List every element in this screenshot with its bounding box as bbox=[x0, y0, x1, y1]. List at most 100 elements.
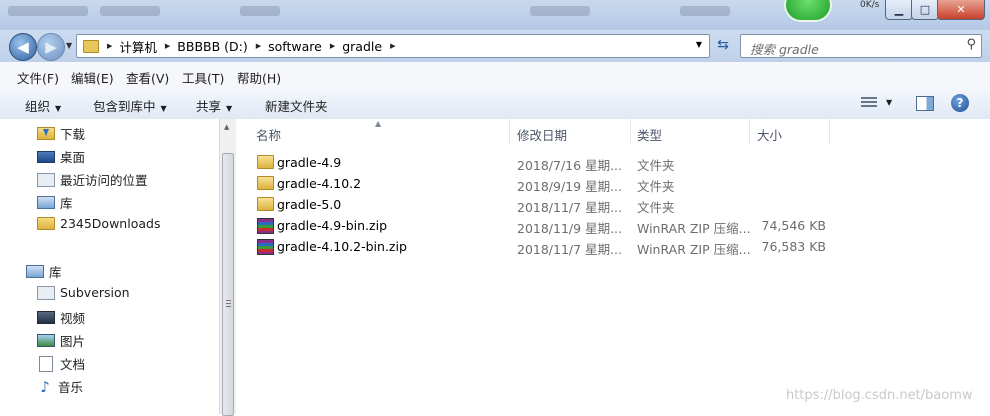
new-folder-button[interactable]: 新建文件夹 bbox=[265, 96, 328, 115]
sidebar-item-documents[interactable]: 文档 bbox=[37, 354, 85, 373]
sidebar-libraries-header[interactable]: 库 bbox=[26, 262, 62, 281]
include-in-library-label: 包含到库中 bbox=[93, 99, 156, 114]
menu-help[interactable]: 帮助(H) bbox=[237, 68, 281, 87]
refresh-icon[interactable]: ⇆ bbox=[712, 34, 734, 56]
column-header-type[interactable]: 类型 bbox=[637, 125, 662, 144]
organize-button[interactable]: 组织 ▼ bbox=[25, 96, 61, 115]
forward-button[interactable]: ▶ bbox=[37, 33, 65, 61]
close-button[interactable]: ✕ bbox=[937, 0, 985, 20]
sidebar-item-label: 2345Downloads bbox=[60, 216, 161, 231]
file-type: WinRAR ZIP 压缩... bbox=[637, 242, 751, 257]
search-icon[interactable]: ⚲ bbox=[966, 37, 976, 52]
scrollbar-grip-icon bbox=[226, 300, 231, 307]
menu-edit[interactable]: 编辑(E) bbox=[71, 68, 114, 87]
file-type: 文件夹 bbox=[637, 200, 675, 215]
folder-icon bbox=[257, 176, 274, 190]
column-divider[interactable] bbox=[630, 119, 631, 144]
column-divider[interactable] bbox=[509, 119, 510, 144]
blurred-title-text bbox=[8, 6, 88, 16]
sidebar-item-2345downloads[interactable]: 2345Downloads bbox=[37, 216, 160, 231]
folder-icon bbox=[37, 217, 55, 230]
network-speed-widget[interactable] bbox=[784, 0, 832, 22]
navigation-pane-scrollbar[interactable]: ▲ bbox=[219, 119, 237, 416]
breadcrumb-computer[interactable]: 计算机 bbox=[119, 37, 157, 56]
sidebar-item-recent-places[interactable]: 最近访问的位置 bbox=[37, 170, 148, 189]
video-icon bbox=[37, 311, 55, 324]
file-date: 2018/9/19 星期... bbox=[517, 179, 622, 194]
winrar-zip-icon bbox=[257, 218, 274, 234]
scroll-up-arrow-icon[interactable]: ▲ bbox=[224, 123, 229, 131]
sidebar-item-subversion[interactable]: Subversion bbox=[37, 285, 130, 300]
breadcrumb-chevron-icon[interactable]: ▶ bbox=[390, 42, 395, 50]
organize-label: 组织 bbox=[25, 99, 51, 114]
file-row[interactable]: gradle-4.10.2-bin.zip 2018/11/7 星期... Wi… bbox=[254, 236, 990, 257]
column-divider[interactable] bbox=[749, 119, 750, 144]
view-dropdown-icon[interactable]: ▼ bbox=[886, 98, 892, 107]
file-name: gradle-4.10.2-bin.zip bbox=[277, 239, 407, 254]
recent-places-icon bbox=[37, 172, 55, 187]
maximize-button[interactable]: □ bbox=[911, 0, 939, 20]
preview-pane-icon[interactable] bbox=[916, 96, 934, 111]
libraries-icon bbox=[26, 265, 44, 278]
recent-pages-dropdown-icon[interactable]: ▼ bbox=[66, 41, 72, 50]
breadcrumb-chevron-icon[interactable]: ▶ bbox=[165, 42, 170, 50]
breadcrumb-chevron-icon[interactable]: ▶ bbox=[107, 42, 112, 50]
sidebar-item-library-favorite[interactable]: 库 bbox=[37, 193, 73, 212]
breadcrumb-software[interactable]: software bbox=[268, 39, 322, 54]
address-bar[interactable]: ▶ 计算机 ▶ BBBBB (D:) ▶ software ▶ gradle ▶… bbox=[76, 34, 710, 58]
blurred-title-text bbox=[530, 6, 590, 16]
back-button[interactable]: ◀ bbox=[9, 33, 37, 61]
library-icon bbox=[37, 196, 55, 209]
title-bar: 0K/s ▁ □ ✕ bbox=[0, 0, 990, 30]
navigation-bar: ◀ ▶ ▼ ▶ 计算机 ▶ BBBBB (D:) ▶ software ▶ gr… bbox=[0, 30, 990, 62]
file-row[interactable]: gradle-4.9-bin.zip 2018/11/9 星期... WinRA… bbox=[254, 215, 990, 236]
menu-bar: 文件(F) 编辑(E) 查看(V) 工具(T) 帮助(H) bbox=[0, 62, 990, 89]
column-header-modified[interactable]: 修改日期 bbox=[517, 125, 567, 144]
blurred-title-text bbox=[680, 6, 730, 16]
file-name: gradle-4.9-bin.zip bbox=[277, 218, 388, 233]
file-row[interactable]: gradle-4.9 2018/7/16 星期... 文件夹 bbox=[254, 152, 990, 173]
breadcrumb-gradle[interactable]: gradle bbox=[342, 39, 382, 54]
sidebar-item-label: 库 bbox=[60, 196, 73, 211]
sidebar-item-music[interactable]: ♪ 音乐 bbox=[37, 377, 83, 396]
file-row[interactable]: gradle-5.0 2018/11/7 星期... 文件夹 bbox=[254, 194, 990, 215]
view-options-icon[interactable] bbox=[861, 97, 877, 109]
command-toolbar: 组织 ▼ 包含到库中 ▼ 共享 ▼ 新建文件夹 ▼ ? bbox=[0, 88, 990, 120]
column-divider[interactable] bbox=[829, 119, 830, 144]
menu-view[interactable]: 查看(V) bbox=[126, 68, 169, 87]
address-history-dropdown-icon[interactable]: ▼ bbox=[696, 40, 702, 49]
column-header-size[interactable]: 大小 bbox=[757, 125, 782, 144]
sidebar-item-downloads[interactable]: 下载 bbox=[37, 124, 85, 143]
column-header-name[interactable]: 名称 bbox=[256, 125, 281, 144]
folder-icon bbox=[257, 155, 274, 169]
share-button[interactable]: 共享 ▼ bbox=[196, 96, 232, 115]
navigation-pane: 下载 桌面 最近访问的位置 库 2345Downloads 库 Subversi… bbox=[0, 119, 219, 414]
scrollbar-thumb[interactable] bbox=[222, 153, 234, 416]
sidebar-item-label: Subversion bbox=[60, 285, 130, 300]
file-name: gradle-4.9 bbox=[277, 155, 342, 170]
menu-tools[interactable]: 工具(T) bbox=[182, 68, 224, 87]
breadcrumb-drive[interactable]: BBBBB (D:) bbox=[177, 39, 247, 54]
dropdown-arrow-icon: ▼ bbox=[55, 104, 62, 113]
file-type: WinRAR ZIP 压缩... bbox=[637, 221, 751, 236]
sidebar-item-pictures[interactable]: 图片 bbox=[37, 331, 85, 350]
sidebar-item-desktop[interactable]: 桌面 bbox=[37, 147, 85, 166]
file-size: 74,546 KB bbox=[761, 218, 826, 233]
search-input[interactable]: 搜索 gradle ⚲ bbox=[740, 34, 982, 58]
breadcrumb-chevron-icon[interactable]: ▶ bbox=[256, 42, 261, 50]
downloads-folder-icon bbox=[37, 127, 55, 140]
include-in-library-button[interactable]: 包含到库中 ▼ bbox=[93, 96, 167, 115]
minimize-button[interactable]: ▁ bbox=[885, 0, 913, 20]
file-type: 文件夹 bbox=[637, 179, 675, 194]
file-name: gradle-5.0 bbox=[277, 197, 342, 212]
sidebar-item-label: 图片 bbox=[60, 334, 86, 349]
desktop-icon bbox=[37, 150, 55, 163]
sidebar-item-videos[interactable]: 视频 bbox=[37, 308, 85, 327]
sidebar-item-label: 下载 bbox=[60, 127, 86, 142]
breadcrumb-chevron-icon[interactable]: ▶ bbox=[330, 42, 335, 50]
file-row[interactable]: gradle-4.10.2 2018/9/19 星期... 文件夹 bbox=[254, 173, 990, 194]
help-icon[interactable]: ? bbox=[951, 94, 969, 112]
menu-file[interactable]: 文件(F) bbox=[17, 68, 59, 87]
file-date: 2018/11/7 星期... bbox=[517, 200, 622, 215]
search-placeholder: 搜索 gradle bbox=[750, 42, 819, 57]
